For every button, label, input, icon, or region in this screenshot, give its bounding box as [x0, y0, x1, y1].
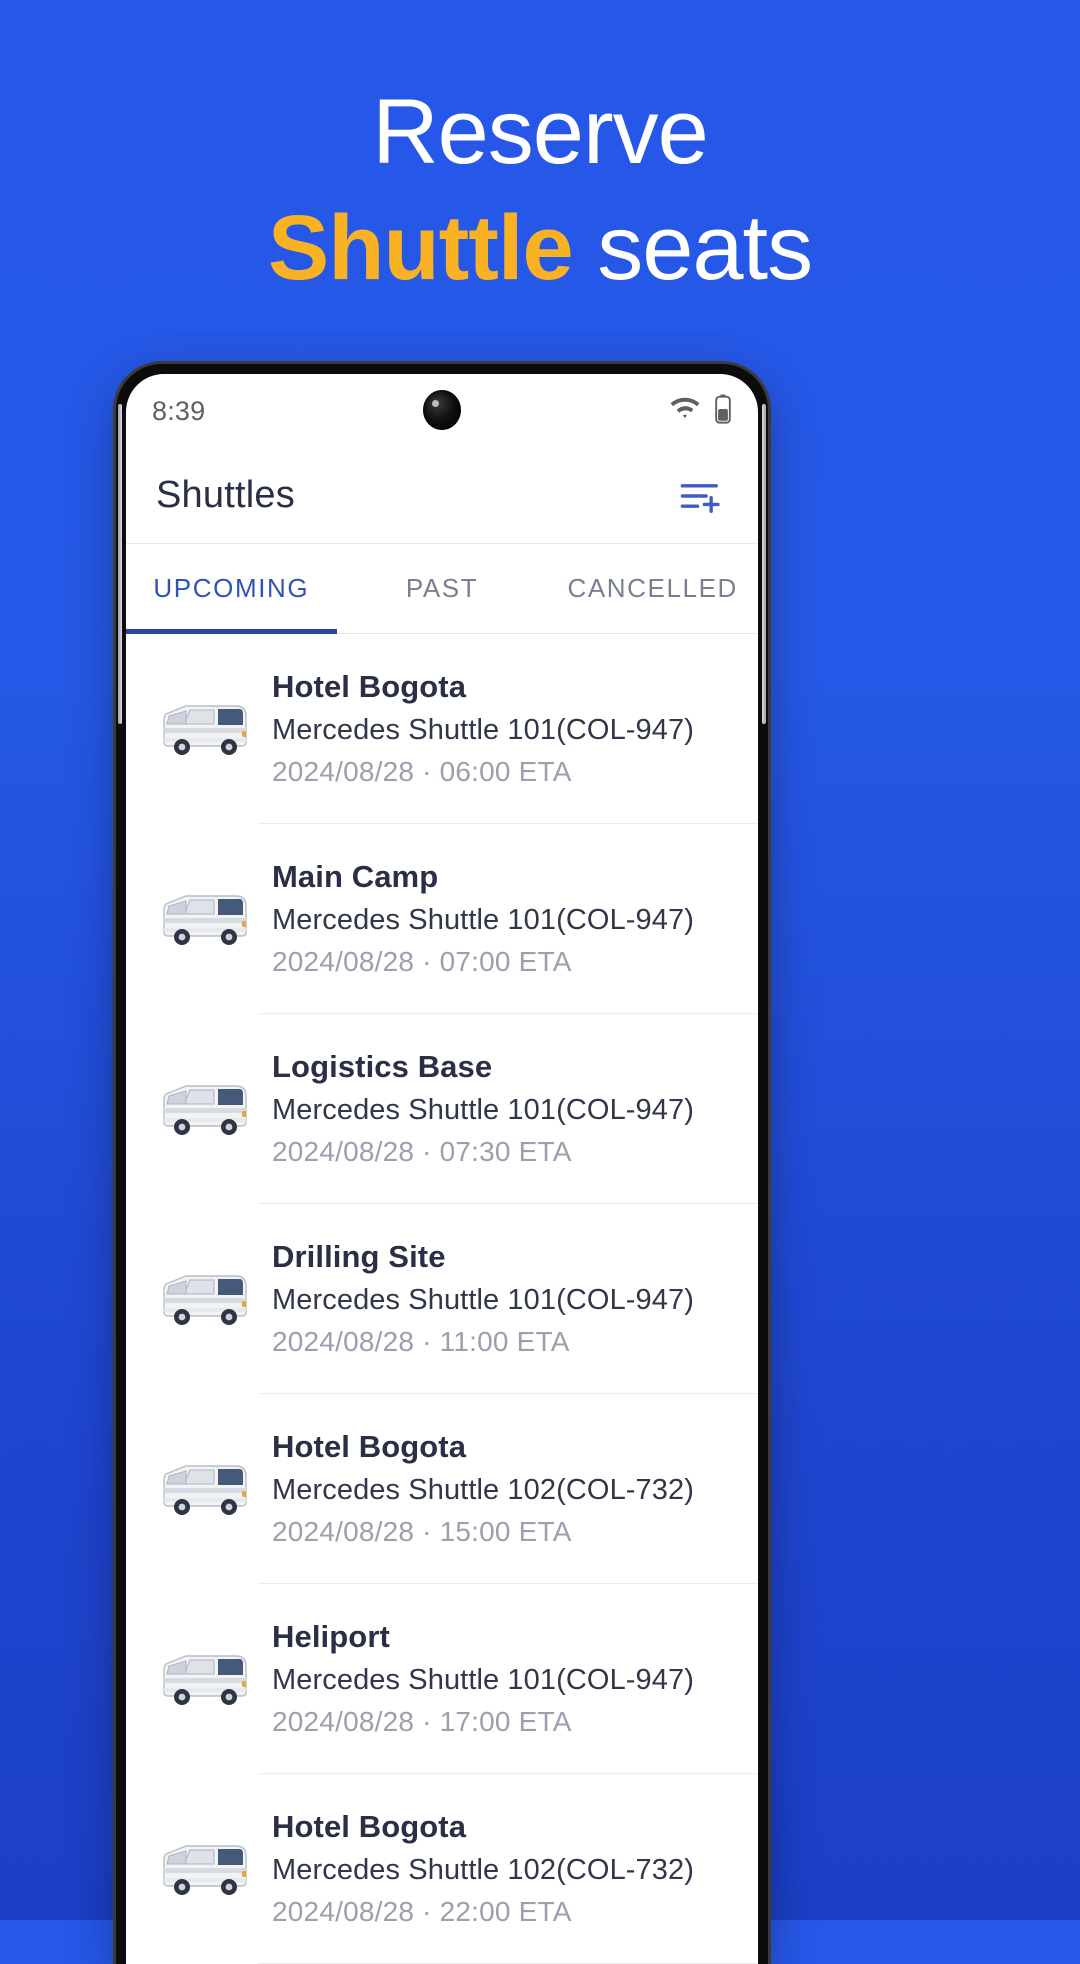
app-bar: Shuttles: [126, 448, 758, 544]
shuttle-list-item-5[interactable]: Heliport Mercedes Shuttle 101(COL-947) 2…: [126, 1584, 758, 1774]
bus-icon: [150, 1441, 258, 1537]
shuttle-destination: Hotel Bogota: [272, 1429, 467, 1464]
shuttle-list-item-0[interactable]: Hotel Bogota Mercedes Shuttle 101(COL-94…: [126, 634, 758, 824]
shuttle-vehicle: Mercedes Shuttle 101(COL-947): [272, 1664, 694, 1696]
shuttle-destination: Logistics Base: [272, 1049, 493, 1084]
bus-icon: [150, 871, 258, 967]
tab-bar: UPCOMING PAST CANCELLED: [126, 544, 758, 634]
shuttle-schedule: 2024/08/28 · 11:00 ETA: [272, 1326, 570, 1357]
status-bar: 8:39: [126, 374, 758, 448]
shuttle-list-item-1[interactable]: Main Camp Mercedes Shuttle 101(COL-947) …: [126, 824, 758, 1014]
shuttle-item-body: Hotel Bogota Mercedes Shuttle 102(COL-73…: [258, 1774, 758, 1964]
tab-cancelled-label: CANCELLED: [567, 573, 738, 603]
shuttle-item-body: Main Camp Mercedes Shuttle 101(COL-947) …: [258, 824, 758, 1014]
shuttle-vehicle: Mercedes Shuttle 101(COL-947): [272, 714, 694, 746]
battery-icon: [714, 394, 732, 429]
shuttle-destination: Hotel Bogota: [272, 669, 467, 704]
bus-icon: [150, 1061, 258, 1157]
filter-add-icon[interactable]: [672, 467, 730, 525]
bus-icon: [150, 1821, 258, 1917]
shuttle-list-item-6[interactable]: Hotel Bogota Mercedes Shuttle 102(COL-73…: [126, 1774, 758, 1964]
bus-icon: [150, 681, 258, 777]
tab-upcoming[interactable]: UPCOMING: [126, 544, 337, 634]
shuttle-list-item-3[interactable]: Drilling Site Mercedes Shuttle 101(COL-9…: [126, 1204, 758, 1394]
shuttle-schedule: 2024/08/28 · 06:00 ETA: [272, 756, 572, 787]
promo-headline: Reserve Shuttle seats: [0, 76, 1080, 304]
shuttle-destination: Main Camp: [272, 859, 439, 894]
tab-past[interactable]: PAST: [337, 544, 548, 633]
promo-line-2: Shuttle seats: [0, 192, 1080, 304]
shuttle-list: Hotel Bogota Mercedes Shuttle 101(COL-94…: [126, 634, 758, 1964]
shuttle-item-body: Drilling Site Mercedes Shuttle 101(COL-9…: [258, 1204, 758, 1394]
shuttle-vehicle: Mercedes Shuttle 102(COL-732): [272, 1474, 694, 1506]
shuttle-item-body: Heliport Mercedes Shuttle 101(COL-947) 2…: [258, 1584, 758, 1774]
status-time: 8:39: [152, 395, 206, 426]
phone-frame: 8:39 Shuttles UPCOMING PAST CANCELLED Ho…: [116, 364, 768, 1964]
shuttle-vehicle: Mercedes Shuttle 101(COL-947): [272, 1284, 694, 1316]
bus-icon: [150, 1631, 258, 1727]
shuttle-item-body: Hotel Bogota Mercedes Shuttle 101(COL-94…: [258, 634, 758, 824]
front-camera: [423, 390, 461, 430]
shuttle-schedule: 2024/08/28 · 17:00 ETA: [272, 1706, 572, 1737]
shuttle-schedule: 2024/08/28 · 07:00 ETA: [272, 946, 572, 977]
shuttle-vehicle: Mercedes Shuttle 101(COL-947): [272, 904, 694, 936]
tab-upcoming-label: UPCOMING: [153, 573, 310, 603]
phone-screen: 8:39 Shuttles UPCOMING PAST CANCELLED Ho…: [126, 374, 758, 1964]
shuttle-destination: Hotel Bogota: [272, 1809, 467, 1844]
tab-past-label: PAST: [405, 573, 479, 603]
status-icons: [670, 394, 732, 429]
shuttle-destination: Drilling Site: [272, 1239, 446, 1274]
shuttle-destination: Heliport: [272, 1619, 390, 1654]
promo-line-1: Reserve: [372, 81, 709, 183]
shuttle-vehicle: Mercedes Shuttle 101(COL-947): [272, 1094, 694, 1126]
wifi-icon: [670, 397, 700, 426]
tab-cancelled[interactable]: CANCELLED: [547, 544, 758, 633]
bus-icon: [150, 1251, 258, 1347]
shuttle-schedule: 2024/08/28 · 22:00 ETA: [272, 1896, 572, 1927]
shuttle-item-body: Hotel Bogota Mercedes Shuttle 102(COL-73…: [258, 1394, 758, 1584]
shuttle-vehicle: Mercedes Shuttle 102(COL-732): [272, 1854, 694, 1886]
shuttle-schedule: 2024/08/28 · 07:30 ETA: [272, 1136, 572, 1167]
promo-accent-word: Shuttle: [267, 197, 574, 299]
shuttle-list-item-2[interactable]: Logistics Base Mercedes Shuttle 101(COL-…: [126, 1014, 758, 1204]
promo-line-2-rest: seats: [572, 197, 813, 299]
shuttle-schedule: 2024/08/28 · 15:00 ETA: [272, 1516, 572, 1547]
shuttle-item-body: Logistics Base Mercedes Shuttle 101(COL-…: [258, 1014, 758, 1204]
page-title: Shuttles: [156, 474, 295, 516]
shuttle-list-item-4[interactable]: Hotel Bogota Mercedes Shuttle 102(COL-73…: [126, 1394, 758, 1584]
